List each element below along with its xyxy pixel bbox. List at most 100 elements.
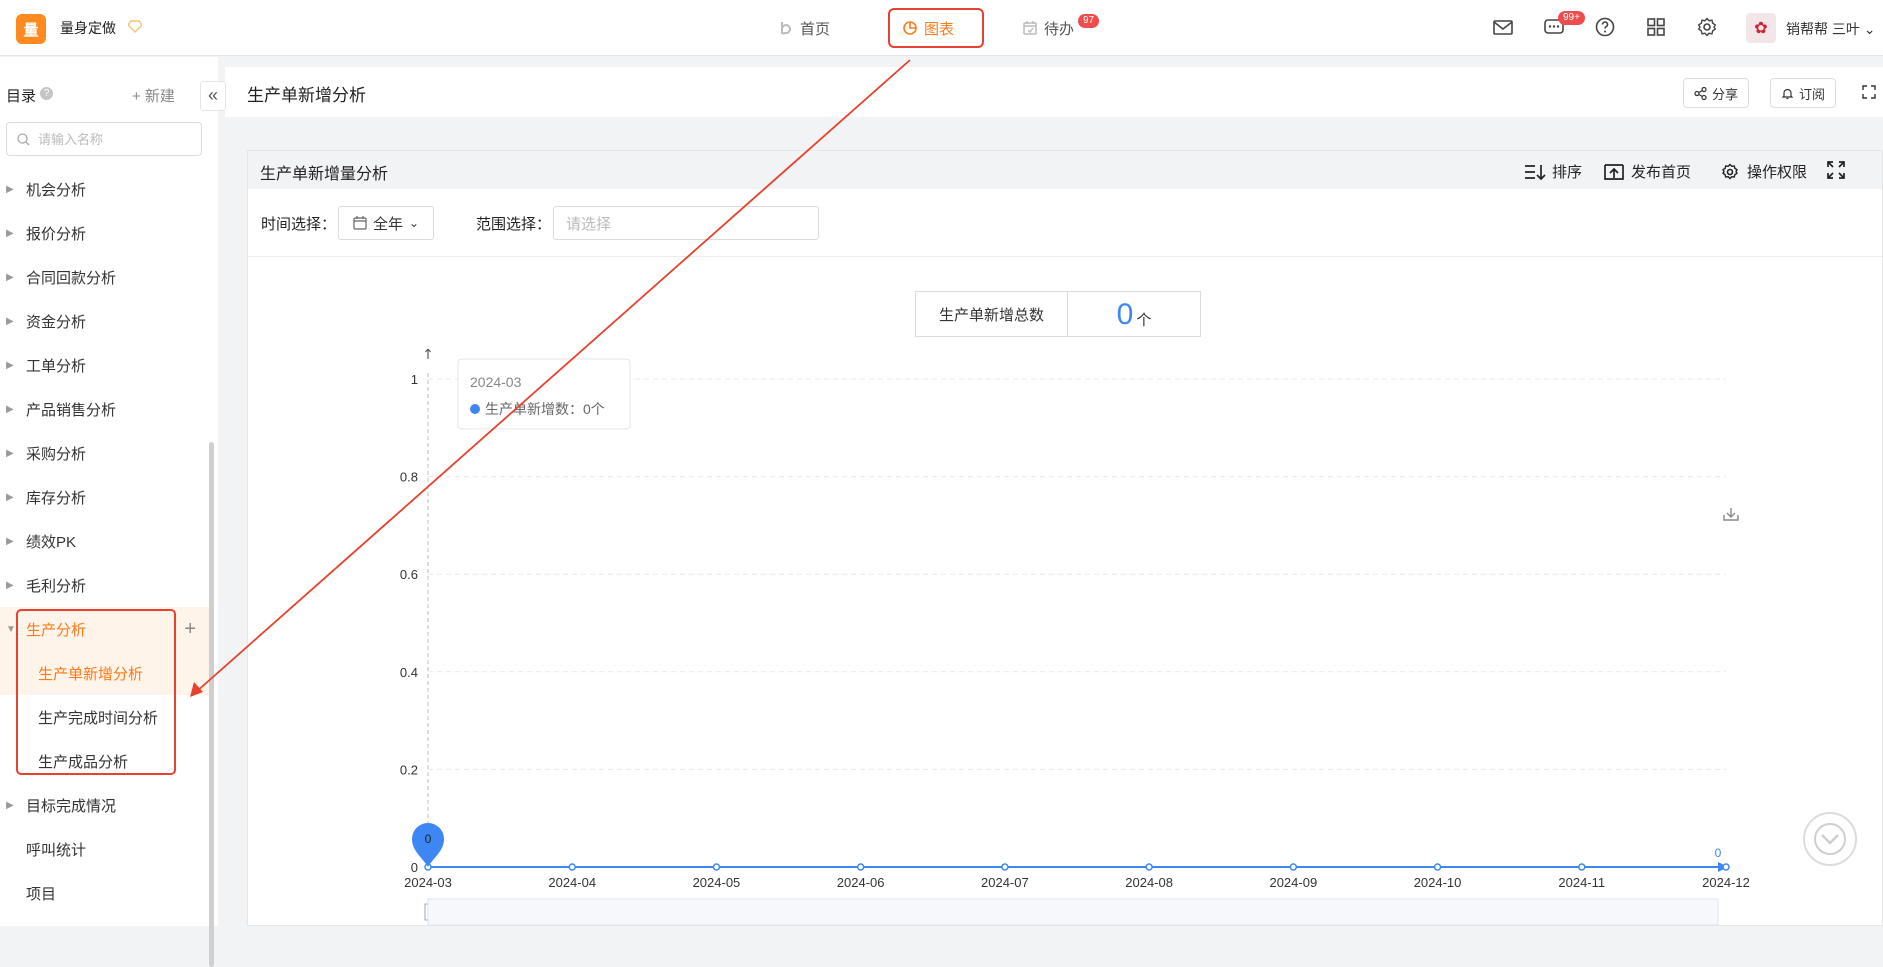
collapse-sidebar-button[interactable]: « — [200, 81, 226, 111]
page-title: 生产单新增分析 — [247, 86, 366, 105]
sidebar-search-input[interactable] — [38, 131, 188, 147]
tree-item[interactable]: ▶ 产品销售分析 — [0, 387, 210, 431]
tree-item[interactable]: 呼叫统计 — [0, 827, 210, 871]
mail-icon[interactable] — [1492, 16, 1514, 38]
caret-right-icon: ▶ — [6, 579, 14, 591]
chart-panel: 生产单新增量分析 排序 发布首页 操作权限 时间选择： 全年 ⌄ 范围选择： 请… — [247, 150, 1883, 926]
tree-item-label: 项目 — [26, 885, 57, 903]
sort-button[interactable]: 排序 — [1524, 161, 1582, 182]
tree-item[interactable]: ▶ 机会分析 — [0, 167, 210, 211]
settings-icon[interactable] — [1696, 16, 1718, 38]
expand-icon[interactable] — [1826, 160, 1846, 180]
chart-tooltip: 2024-03 生产单新增数：0个 — [457, 358, 631, 430]
upload-icon — [1604, 163, 1624, 180]
tree-item[interactable]: ▶ 绩效PK — [0, 519, 210, 563]
tooltip-title: 2024-03 — [470, 374, 522, 390]
subscribe-button[interactable]: 订阅 — [1770, 78, 1837, 108]
data-point — [1578, 863, 1586, 871]
tree-item-label: 绩效PK — [26, 533, 77, 551]
search-icon — [17, 132, 30, 145]
nav-charts[interactable]: 图表 — [888, 8, 984, 48]
tree-item[interactable]: ▶ 毛利分析 — [0, 563, 210, 607]
tree-group-label: 生产分析 — [26, 621, 87, 639]
fullscreen-icon[interactable] — [1861, 84, 1877, 100]
nav-home[interactable]: 首页 — [766, 8, 842, 48]
x-tick-label: 2024-11 — [1558, 875, 1605, 890]
x-tick-label: 2024-03 — [404, 875, 452, 890]
tree-item[interactable]: 项目 — [0, 871, 210, 915]
tree-item[interactable]: ▶ 合同回款分析 — [0, 255, 210, 299]
new-button[interactable]: + 新建 — [132, 85, 175, 106]
download-icon[interactable] — [1723, 508, 1739, 521]
share-icon — [1694, 86, 1707, 100]
tree-item-label: 报价分析 — [26, 225, 87, 243]
tree-item-label: 毛利分析 — [26, 577, 87, 595]
tree-item-label: 目标完成情况 — [26, 797, 117, 815]
help-icon[interactable]: ? — [40, 87, 53, 100]
y-tick-label: 0.4 — [400, 665, 418, 680]
caret-right-icon: ▶ — [6, 799, 14, 811]
caret-down-icon: ▼ — [6, 623, 16, 635]
caret-right-icon: ▶ — [6, 359, 14, 371]
x-tick-label: 2024-08 — [1125, 875, 1173, 890]
tooltip-box — [457, 358, 631, 430]
app-logo[interactable]: 量 — [16, 14, 46, 44]
line-chart: 0 0.2 0.4 0.6 0.8 1 ↑ 2024-03 2024-04 2024-05 2024… — [400, 347, 1750, 925]
bell-icon — [1781, 88, 1794, 99]
tree-item[interactable]: ▶ 报价分析 — [0, 211, 210, 255]
x-tick-label: 2024-07 — [981, 875, 1029, 890]
tree-child-item[interactable]: 生产完成时间分析 — [0, 695, 210, 739]
tree-item[interactable]: ▶ 资金分析 — [0, 299, 210, 343]
sidebar: 目录 ? + 新建 « ▶ 机会分析 ▶ 报价分析 ▶ 合同回款分析 ▶ 资金分析 ▶ 工… — [0, 57, 226, 967]
tree-child-item[interactable]: 生产单新增分析 — [0, 651, 210, 695]
scroll-down-button[interactable] — [1803, 812, 1857, 866]
sidebar-scrollbar[interactable] — [209, 442, 214, 967]
tooltip-dot — [470, 404, 480, 414]
time-select[interactable]: 全年 ⌄ — [338, 206, 435, 240]
range-select[interactable]: 请选择 — [553, 206, 819, 240]
zoom-slider[interactable] — [427, 898, 1719, 925]
tree-item-label: 呼叫统计 — [26, 841, 87, 859]
add-icon[interactable]: + — [184, 618, 196, 641]
data-point — [1289, 863, 1298, 871]
nav-todo-label: 待办 — [1044, 20, 1075, 38]
brand-name[interactable]: 量身定做 — [60, 18, 116, 38]
apps-grid-icon[interactable] — [1645, 16, 1667, 38]
x-tick-label: 2024-04 — [548, 875, 596, 890]
tree-child-label: 生产完成时间分析 — [38, 709, 159, 727]
tree-item[interactable]: ▶ 库存分析 — [0, 475, 210, 519]
publish-button[interactable]: 发布首页 — [1603, 161, 1691, 182]
tooltip-text: 生产单新增数：0个 — [485, 401, 605, 417]
chart-labels: 0 0.2 0.4 0.6 0.8 1 ↑ 2024-03 2024-04 2024-05 2024… — [400, 347, 1750, 925]
tree-child-item[interactable]: 生产成品分析 — [0, 739, 210, 783]
tree-item-label: 资金分析 — [26, 313, 87, 331]
tree-item[interactable]: ▶ 采购分析 — [0, 431, 210, 475]
caret-right-icon: ▶ — [6, 183, 14, 195]
data-point — [1001, 863, 1009, 871]
page-header: 生产单新增分析 分享 订阅 — [225, 67, 1883, 117]
time-select-value: 全年 — [373, 215, 404, 233]
sidebar-title: 目录 — [6, 88, 37, 105]
y-tick-label: 0.2 — [400, 762, 418, 777]
caret-right-icon: ▶ — [6, 315, 14, 327]
chevron-down-icon: ⌄ — [409, 216, 420, 230]
tree-group-production[interactable]: ▼ 生产分析 + — [0, 607, 210, 651]
calendar-icon — [1023, 21, 1037, 35]
username-menu[interactable]: 销帮帮 三叶 ⌄ — [1786, 19, 1876, 39]
chart-axes — [427, 373, 1728, 872]
tree-child-label: 生产成品分析 — [38, 753, 129, 771]
user-avatar[interactable]: ✿ — [1746, 13, 1776, 43]
share-button[interactable]: 分享 — [1683, 78, 1750, 108]
y-tick-label: 0.6 — [400, 567, 418, 582]
y-tick-label: 0.8 — [400, 470, 418, 485]
time-filter-label: 时间选择： — [261, 216, 337, 233]
caret-right-icon: ▶ — [6, 403, 14, 415]
tree-item[interactable]: ▶ 工单分析 — [0, 343, 210, 387]
permission-button[interactable]: 操作权限 — [1719, 161, 1807, 182]
caret-right-icon: ▶ — [6, 271, 14, 283]
nav-todo[interactable]: 待办 — [1010, 8, 1086, 48]
tree-item[interactable]: ▶ 目标完成情况 — [0, 783, 210, 827]
caret-right-icon: ▶ — [6, 227, 14, 239]
home-icon — [781, 22, 791, 35]
help-icon[interactable] — [1594, 16, 1616, 38]
